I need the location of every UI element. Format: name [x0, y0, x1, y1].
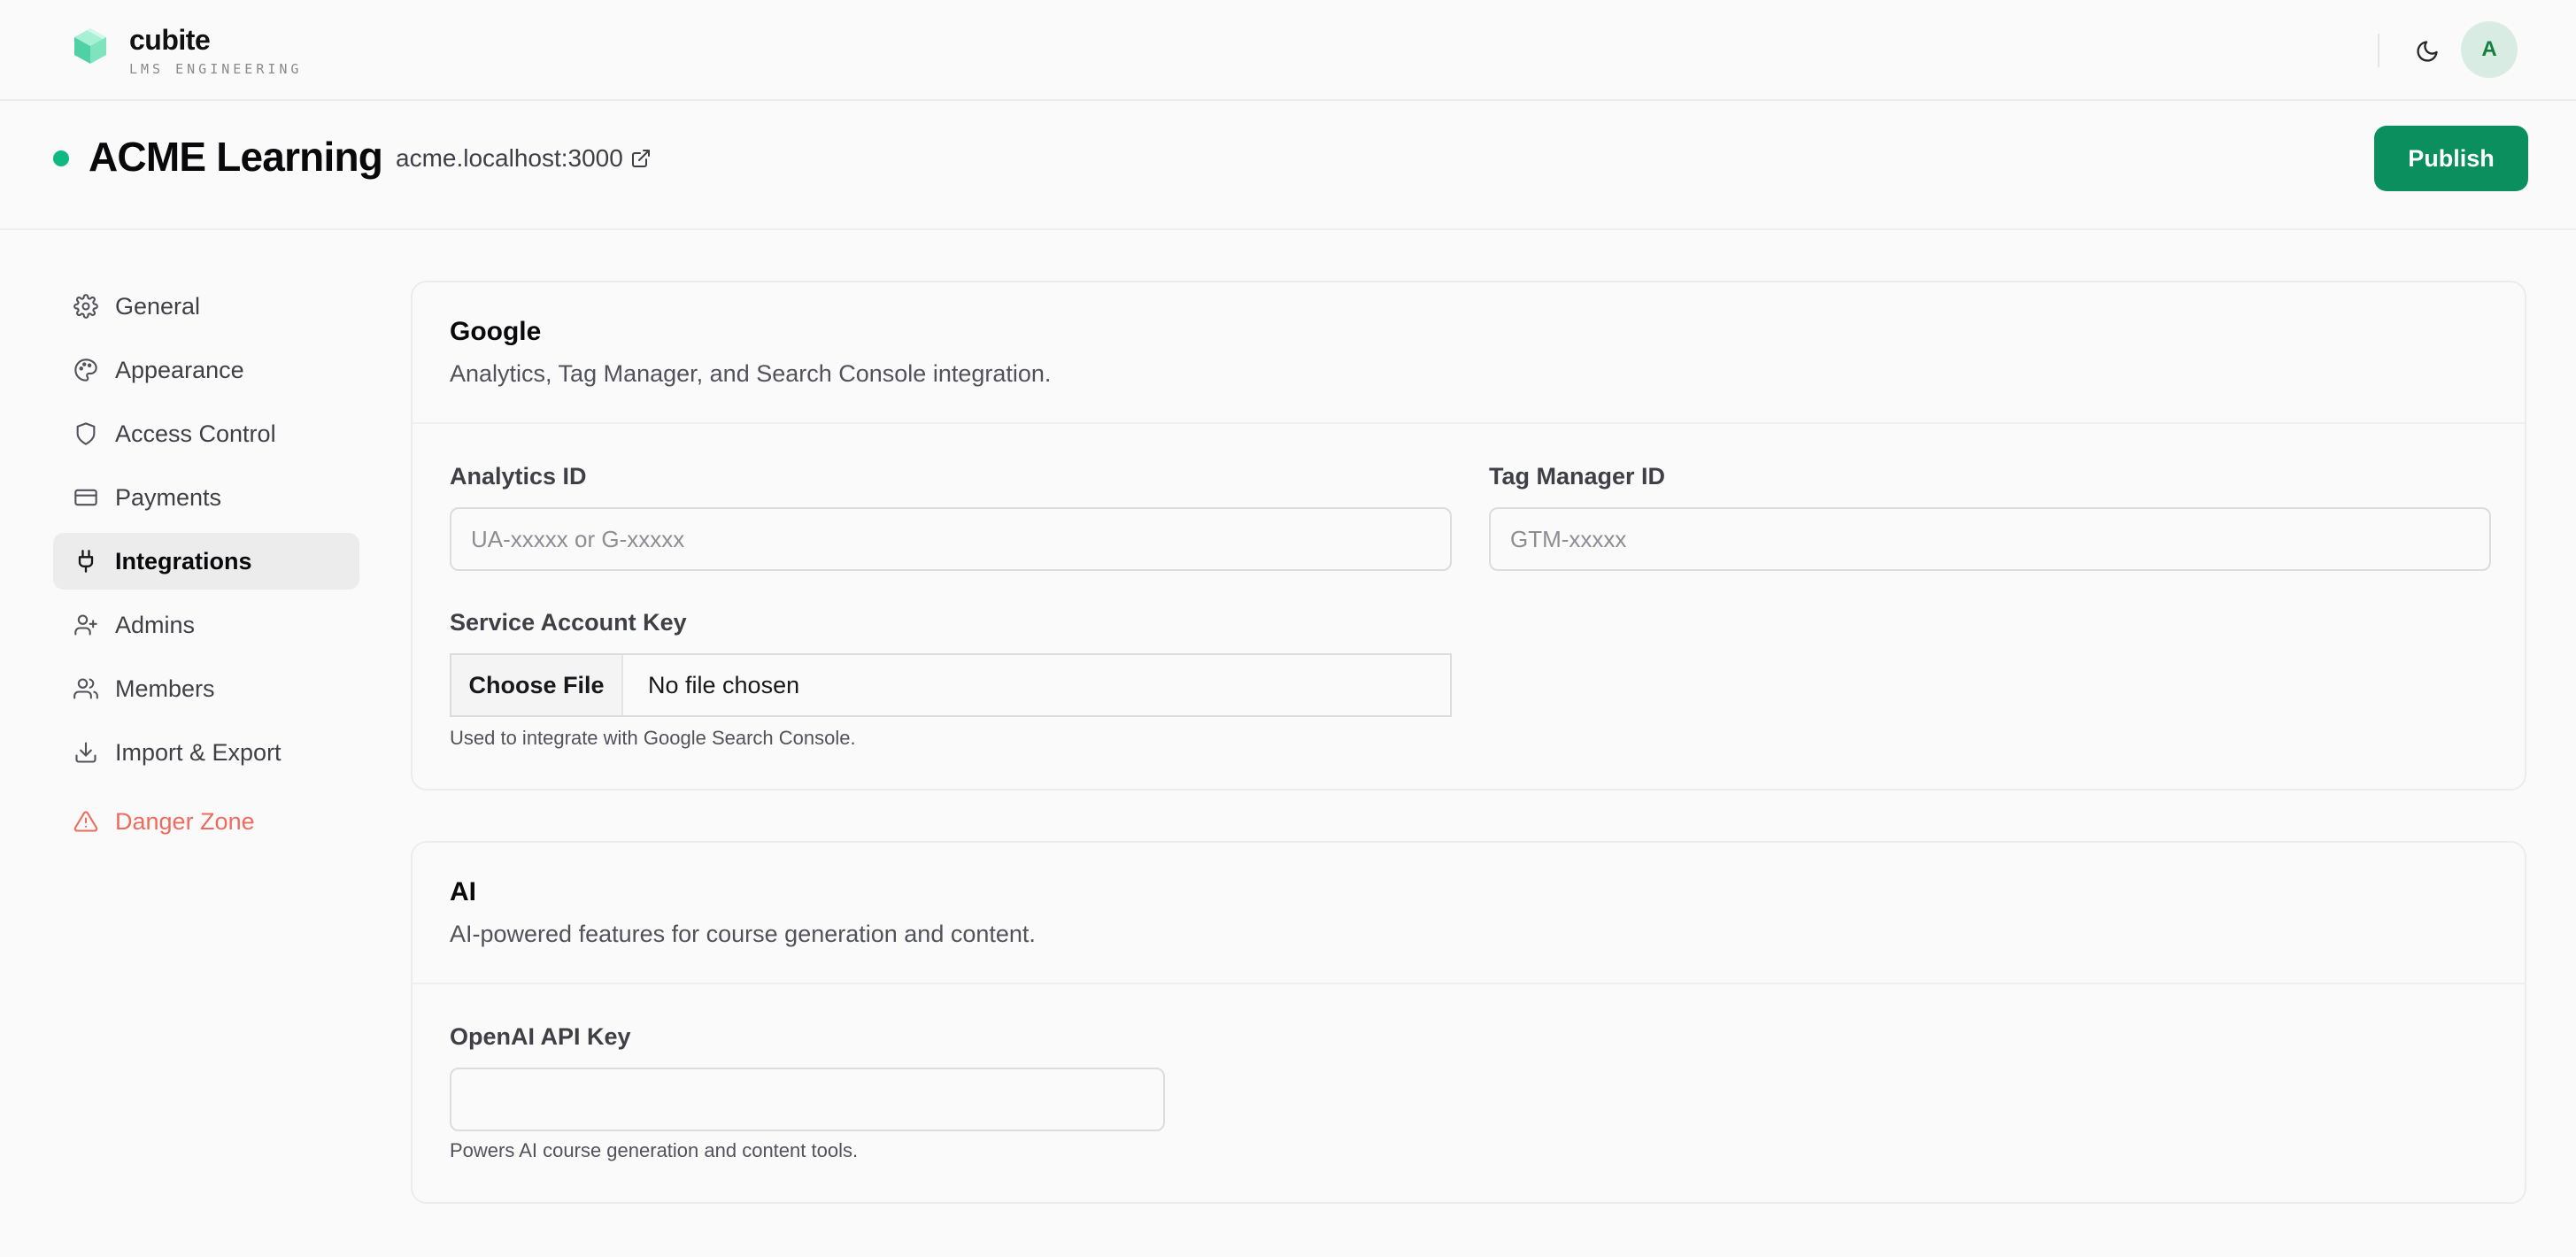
sidebar-item-general[interactable]: General: [53, 278, 359, 335]
card-description: Analytics, Tag Manager, and Search Conso…: [450, 360, 1052, 387]
site-url-link[interactable]: acme.localhost:3000: [396, 143, 652, 174]
palette-icon: [73, 357, 99, 383]
moon-icon: [2417, 41, 2438, 62]
brand-name: cubite: [129, 24, 211, 56]
theme-toggle-button[interactable]: [2408, 32, 2447, 71]
sidebar-item-label: Appearance: [115, 357, 244, 383]
status-indicator: [53, 150, 69, 166]
sidebar-item-label: Integrations: [115, 548, 252, 575]
openai-api-key-input[interactable]: [450, 1068, 1165, 1131]
credit-card-icon: [73, 484, 99, 511]
external-link-icon: [631, 150, 650, 167]
card-title: Google: [450, 317, 542, 346]
download-icon: [73, 739, 99, 766]
card-title: AI: [450, 877, 476, 906]
sidebar-item-import-export[interactable]: Import & Export: [53, 724, 359, 781]
sidebar-item-appearance[interactable]: Appearance: [53, 342, 359, 398]
user-plus-icon: [73, 612, 99, 638]
analytics-id-label: Analytics ID: [450, 463, 587, 490]
sidebar-item-label: Members: [115, 675, 215, 702]
publish-button[interactable]: Publish: [2374, 126, 2528, 191]
brand-subtitle: LMS ENGINEERING: [129, 61, 303, 77]
sidebar-item-label: Admins: [115, 612, 196, 638]
avatar[interactable]: A: [2461, 21, 2518, 78]
sidebar-item-danger-zone[interactable]: Danger Zone: [53, 793, 359, 850]
settings-page: cubite LMS ENGINEERING A ACME Learning a…: [0, 0, 2576, 1257]
file-status: No file chosen: [648, 671, 800, 698]
ai-integration-card: AI AI-powered features for course genera…: [411, 841, 2526, 1204]
sidebar-item-label: Import & Export: [115, 739, 282, 766]
sidebar-item-integrations[interactable]: Integrations: [53, 533, 359, 590]
brand[interactable]: cubite LMS ENGINEERING: [71, 21, 302, 78]
sidebar-item-label: Danger Zone: [115, 808, 255, 835]
openai-api-key-help: Powers AI course generation and content …: [450, 1139, 859, 1161]
sidebar-item-access-control[interactable]: Access Control: [53, 405, 359, 462]
site-url: acme.localhost:3000: [396, 144, 623, 172]
openai-api-key-label: OpenAI API Key: [450, 1023, 631, 1050]
divider: [2378, 34, 2379, 67]
top-bar: cubite LMS ENGINEERING A: [0, 0, 2576, 101]
service-account-key-label: Service Account Key: [450, 609, 687, 636]
sidebar-item-members[interactable]: Members: [53, 660, 359, 717]
tag-manager-id-input[interactable]: [1489, 507, 2491, 571]
sidebar-item-label: Payments: [115, 484, 222, 511]
google-integration-card: Google Analytics, Tag Manager, and Searc…: [411, 281, 2526, 790]
cube-icon: [74, 28, 106, 64]
sidebar-item-label: Access Control: [115, 420, 276, 447]
analytics-id-input[interactable]: [450, 507, 1452, 571]
tag-manager-id-label: Tag Manager ID: [1489, 463, 1666, 490]
service-account-help: Used to integrate with Google Search Con…: [450, 727, 856, 749]
page-title: ACME Learning: [89, 134, 383, 180]
card-description: AI-powered features for course generatio…: [450, 921, 1036, 947]
plug-icon: [73, 548, 99, 575]
service-account-file-input[interactable]: Choose File No file chosen: [450, 653, 1452, 717]
users-icon: [73, 675, 99, 702]
sidebar-item-payments[interactable]: Payments: [53, 469, 359, 526]
card-header: AI AI-powered features for course genera…: [413, 843, 2525, 984]
site-header: ACME Learning acme.localhost:3000 Publis…: [0, 101, 2576, 230]
sidebar-item-label: General: [115, 293, 201, 320]
warning-triangle-icon: [73, 808, 99, 835]
sidebar-item-admins[interactable]: Admins: [53, 597, 359, 653]
gear-icon: [73, 293, 99, 320]
settings-sidebar: General Appearance Access Control Paymen…: [53, 278, 359, 857]
choose-file-button[interactable]: Choose File: [451, 655, 623, 715]
shield-icon: [73, 420, 99, 447]
card-header: Google Analytics, Tag Manager, and Searc…: [413, 282, 2525, 424]
